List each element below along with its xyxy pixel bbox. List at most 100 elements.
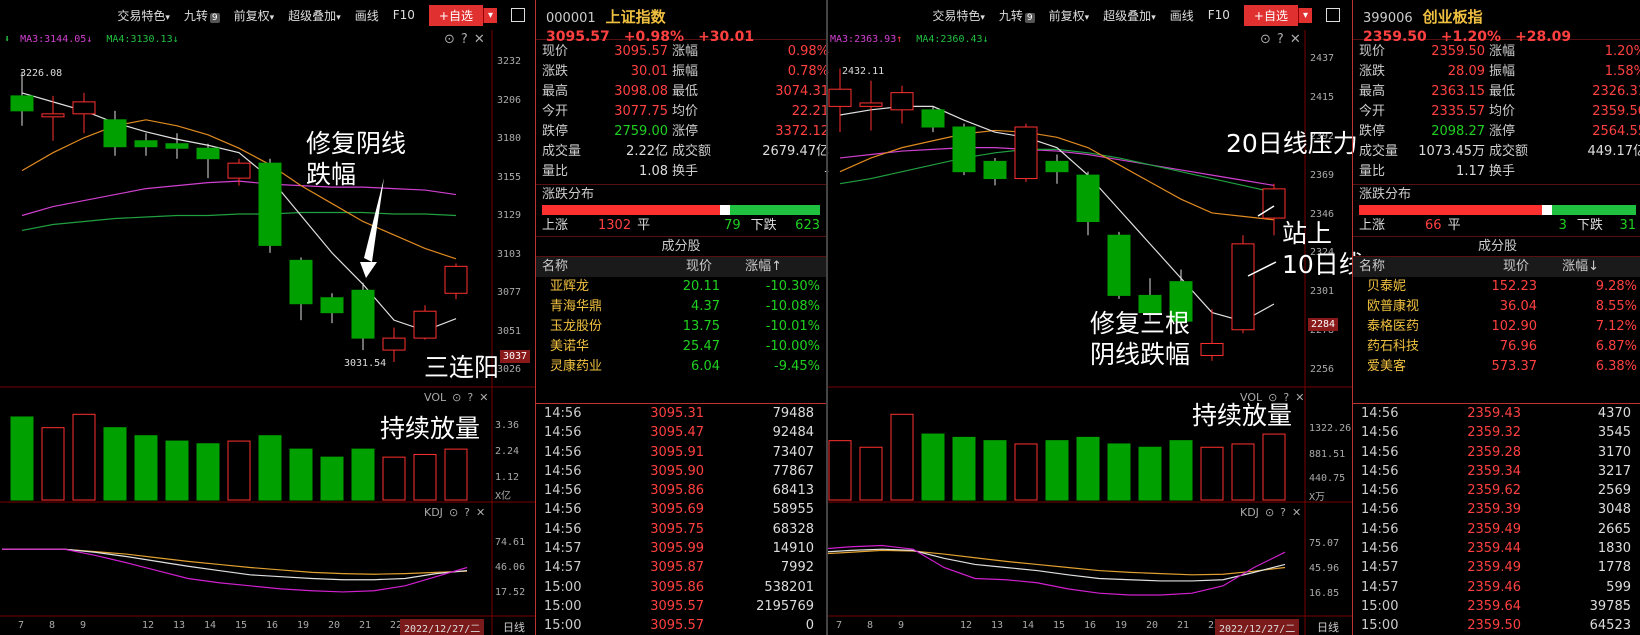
settings-icon[interactable]: ⊙ [449,506,458,519]
menu-f10[interactable]: F10 [1208,8,1230,22]
tick-time: 15:00 [1361,598,1399,614]
constituent-row[interactable]: 青海华鼎 4.37 -10.08% [536,297,826,317]
constituent-price: 76.96 [1499,339,1537,354]
tick-price: 3095.47 [650,425,704,441]
constituent-row[interactable]: 药石科技 76.96 6.87% [1353,337,1640,357]
quote-value: 3074.31 [775,84,829,99]
constituent-row[interactable]: 灵康药业 6.04 -9.45% [536,357,826,377]
help-icon[interactable]: ? [464,506,470,519]
volume-bar [1231,443,1255,501]
settings-icon[interactable]: ⊙ [452,391,461,404]
close-icon[interactable]: ✕ [1295,391,1304,404]
left-chart-area[interactable]: ⬇ MA3:3144.05↓ MA4:3130.13↓ ⊙ ? ✕ VOL ⊙ … [0,0,535,635]
vol-tick: 2.24 [495,446,520,457]
tick-price: 2359.39 [1467,502,1521,518]
tick-volume: 68413 [772,483,814,499]
right-chart-area[interactable]: MA3:2363.93↑ MA4:2360.43↓ ⊙ ? ✕ VOL ⊙ ? … [828,0,1364,635]
volume-bar [289,448,313,501]
quote-value: 1.17 [1456,164,1485,179]
quote-value: 1.08 [639,164,668,179]
close-icon[interactable]: ✕ [474,32,485,47]
menu-f10[interactable]: F10 [393,8,415,22]
menu-super-overlay[interactable]: 超级叠加▾ [288,7,341,24]
candle-body [351,289,375,339]
constituent-name: 美诺华 [550,339,590,354]
constituent-row[interactable]: 美诺华 25.47 -10.00% [536,337,826,357]
menu-trade-features[interactable]: 交易特色▾ [117,7,170,24]
window-toggle-icon[interactable] [511,8,525,22]
settings-icon[interactable]: ⊙ [1265,506,1274,519]
quote-label: 跌停 [542,124,569,139]
tick-volume: 64523 [1589,618,1631,634]
close-icon[interactable]: ✕ [1290,32,1301,47]
stock-header: 000001 上证指数 3095.57 +0.98% +30.01 [536,0,826,45]
watchlist-dropdown-icon[interactable]: ▾ [1297,7,1312,23]
period-daily-button[interactable]: 日线 [503,619,525,635]
flat-bar [1541,205,1552,215]
close-icon[interactable]: ✕ [1292,506,1301,519]
window-toggle-icon[interactable] [1326,8,1340,22]
menu-qianfuquan[interactable]: 前复权▾ [234,7,275,24]
stock-header: 399006 创业板指 2359.50 +1.20% +28.09 [1353,0,1640,45]
x-tick-label: 7 [18,620,25,631]
constituent-row[interactable]: 泰格医药 102.90 7.12% [1353,317,1640,337]
constituent-row[interactable]: 亚辉龙 20.11 -10.30% [536,277,826,297]
constituent-change: 6.87% [1595,339,1637,354]
help-icon[interactable]: ? [1277,32,1284,47]
kdj-d-line [828,549,1286,576]
constituent-row[interactable]: 欧普康视 36.04 8.55% [1353,297,1640,317]
quote-value: 1.58% [1604,64,1640,79]
add-watchlist-button[interactable]: +自选 [1243,4,1298,26]
annotation-arrow-icon [360,262,377,278]
tick-price: 2359.46 [1467,579,1521,595]
menu-draw-line[interactable]: 画线 [355,7,379,24]
tick-row: 14:56 3095.69 58955 [536,500,826,519]
y-tick-label: 2369 [1310,169,1335,181]
candle-body [10,95,34,112]
left-chart-svg[interactable] [0,0,535,635]
x-tick-label: 13 [173,620,186,631]
tick-row: 14:56 2359.39 3048 [1353,500,1640,519]
x-tick-label: 9 [80,620,87,631]
watchlist-dropdown-icon[interactable]: ▾ [482,7,497,23]
left-toolbar: 交易特色▾ 九转 9 前复权▾ 超级叠加▾ 画线 F10 +自选 ▾ [0,0,535,30]
menu-super-overlay[interactable]: 超级叠加▾ [1103,7,1156,24]
constituent-row[interactable]: 爱美客 573.37 6.38% [1353,357,1640,377]
quote-value: 22.21 [791,104,829,119]
volume-bar [196,443,220,501]
volume-bar [859,446,883,501]
menu-jiuzhuan[interactable]: 九转 9 [999,7,1035,24]
close-icon[interactable]: ✕ [479,391,488,404]
quote-value: 30.01 [630,64,668,79]
tick-time: 14:56 [1361,541,1399,557]
menu-qianfuquan[interactable]: 前复权▾ [1049,7,1090,24]
menu-draw-line[interactable]: 画线 [1170,7,1194,24]
menu-trade-features[interactable]: 交易特色▾ [932,7,985,24]
quote-value: 2326.31 [1592,84,1640,99]
help-icon[interactable]: ? [461,32,468,47]
tick-row: 14:56 2359.44 1830 [1353,539,1640,558]
tick-row: 14:56 3095.31 79488 [536,404,826,423]
volume-bar [952,436,976,501]
high-marker: 2432.11 [842,66,885,77]
constituent-price: 20.11 [682,279,720,294]
constituent-row[interactable]: 玉龙股份 13.75 -10.01% [536,317,826,337]
y-tick-label: 2415 [1310,91,1335,103]
constituent-row[interactable]: 贝泰妮 152.23 9.28% [1353,277,1640,297]
period-daily-button[interactable]: 日线 [1317,619,1339,635]
help-icon[interactable]: ? [1280,506,1286,519]
tick-volume: 538201 [764,579,814,595]
constituent-change: 9.28% [1595,279,1637,294]
quote-label: 最高 [1359,84,1386,99]
settings-icon[interactable]: ⊙ [444,32,455,47]
close-icon[interactable]: ✕ [476,506,485,519]
settings-icon[interactable]: ⊙ [1260,32,1271,47]
menu-jiuzhuan[interactable]: 九转 9 [184,7,220,24]
constituents-header: 名称 现价 涨幅↓ [1353,257,1640,277]
help-icon[interactable]: ? [467,391,473,404]
add-watchlist-button[interactable]: +自选 [428,4,483,26]
quote-label: 成交量 [542,144,582,159]
tick-price: 2359.44 [1467,541,1521,557]
up-bar [542,205,720,215]
kdj-tick: 74.61 [495,537,526,548]
